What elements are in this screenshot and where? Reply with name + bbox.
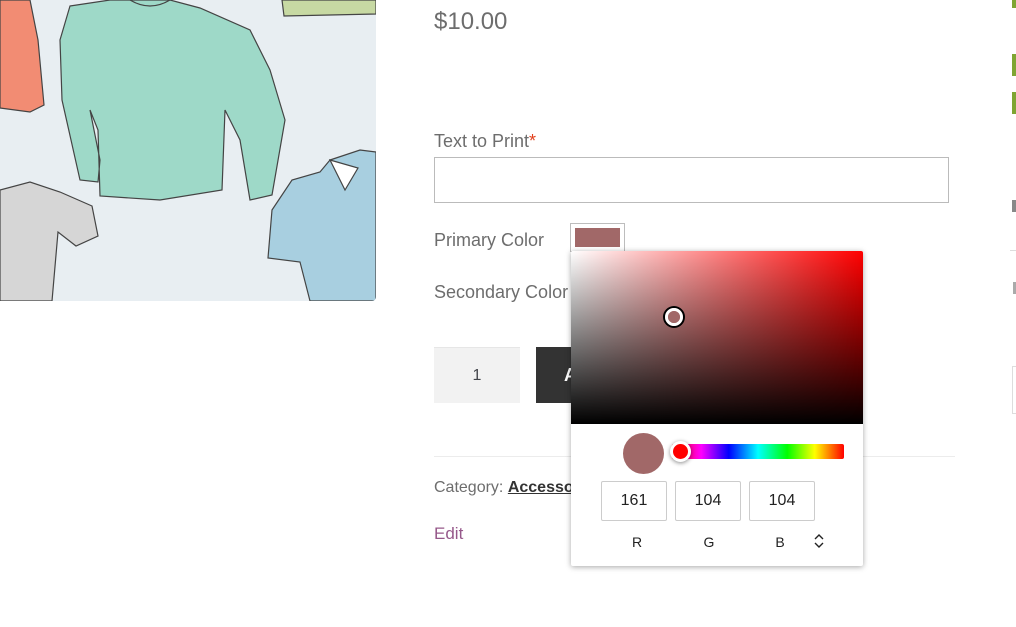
edit-link[interactable]: Edit [434, 524, 463, 544]
text-to-print-label: Text to Print* [434, 131, 536, 152]
selected-color-preview [623, 433, 664, 474]
text-to-print-label-text: Text to Print [434, 131, 530, 151]
saturation-cursor-dot [668, 311, 680, 323]
hue-slider-knob[interactable] [670, 441, 691, 462]
product-image[interactable] [0, 0, 376, 301]
saturation-brightness-area[interactable] [571, 251, 863, 424]
saturation-cursor[interactable] [665, 308, 683, 326]
blue-label: B [775, 534, 785, 550]
text-to-print-input[interactable] [434, 157, 949, 203]
green-label: G [703, 534, 715, 550]
category-link[interactable]: Accessor [508, 479, 580, 496]
primary-color-swatch-button[interactable] [570, 223, 625, 252]
blue-input[interactable]: 104 [749, 481, 815, 521]
product-price: $10.00 [434, 8, 508, 35]
sidebar-text-fragment [1012, 200, 1016, 212]
hue-slider[interactable] [672, 444, 844, 459]
shirts-illustration [0, 0, 376, 301]
color-picker-popup: 161 104 104 R G B [571, 251, 863, 566]
red-label: R [631, 534, 643, 550]
required-mark: * [529, 131, 537, 151]
sidebar-link-fragment[interactable] [1012, 0, 1016, 8]
category-label: Category: [434, 479, 504, 496]
right-sidebar-edge [1010, 0, 1016, 627]
sidebar-link-fragment[interactable] [1012, 54, 1016, 76]
quantity-input[interactable]: 1 [434, 347, 520, 403]
sidebar-divider-fragment [1010, 250, 1016, 251]
primary-color-label: Primary Color [434, 230, 545, 250]
sidebar-link-fragment[interactable] [1012, 92, 1016, 114]
red-input[interactable]: 161 [601, 481, 667, 521]
product-category: Category: Accessor [434, 479, 580, 497]
green-input[interactable]: 104 [675, 481, 741, 521]
secondary-color-label: Secondary Color [434, 282, 569, 302]
primary-color-swatch-fill [575, 228, 620, 247]
sidebar-box-fragment [1012, 366, 1016, 414]
updown-chevron-icon[interactable] [812, 533, 826, 549]
